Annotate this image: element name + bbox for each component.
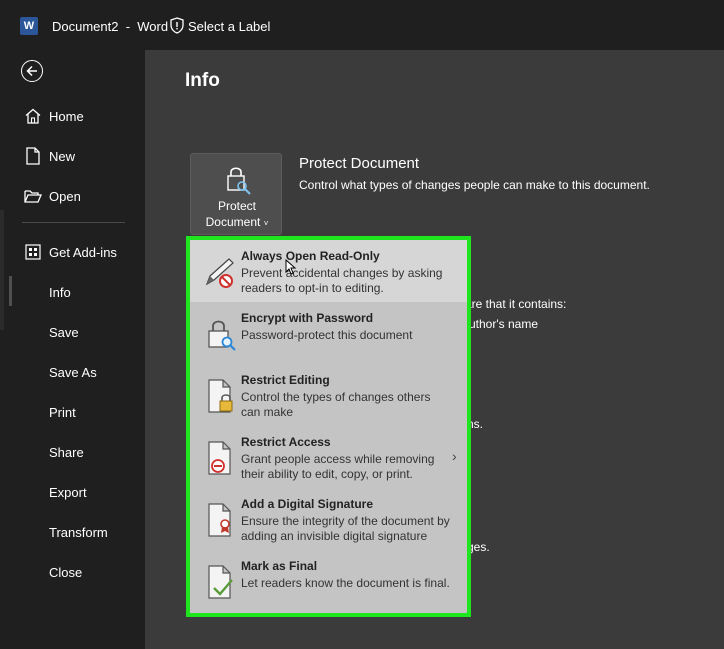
nav-item-export[interactable]: Export <box>8 475 140 509</box>
nav-item-print[interactable]: Print <box>8 395 140 429</box>
protect-document-heading: Protect Document <box>299 155 420 172</box>
nav-item-label: Info <box>49 284 71 300</box>
add-ins-grid-icon <box>20 244 46 260</box>
nav-item-label: Open <box>49 188 81 204</box>
nav-item-save[interactable]: Save <box>8 315 140 349</box>
nav-item-save-as[interactable]: Save As <box>8 355 140 389</box>
protect-document-description: Control what types of changes people can… <box>299 178 650 192</box>
nav-item-label: Save As <box>49 364 97 380</box>
shield-icon[interactable] <box>169 17 185 34</box>
chevron-down-icon: ˅ <box>263 219 269 228</box>
nav-item-label: New <box>49 148 76 164</box>
nav-item-label: Print <box>49 404 76 420</box>
nav-item-new[interactable]: New <box>8 139 140 173</box>
select-label-button[interactable]: Select a Label <box>188 19 270 34</box>
nav-item-label: Save <box>49 324 79 340</box>
inspect-text-fragment: are that it contains: <box>465 297 567 311</box>
nav-item-label: Share <box>49 444 84 460</box>
new-document-icon <box>20 147 46 165</box>
window-edge <box>0 210 4 330</box>
nav-divider <box>22 222 125 223</box>
nav-item-label: Home <box>49 108 84 124</box>
nav-item-share[interactable]: Share <box>8 435 140 469</box>
page-title: Info <box>185 70 220 91</box>
protect-button-label: Protect <box>217 199 256 213</box>
folder-open-icon <box>20 188 46 204</box>
nav-item-info[interactable]: Info <box>8 275 140 309</box>
nav-item-label: Transform <box>49 524 108 540</box>
home-icon <box>20 107 46 125</box>
nav-item-label: Close <box>49 564 83 580</box>
nav-item-home[interactable]: Home <box>8 99 140 133</box>
window-title: Document2 - Word <box>52 19 169 34</box>
title-bar: W Document2 - Word Select a Label <box>0 0 724 50</box>
protect-document-button[interactable]: Protect Document ˅ <box>190 153 282 235</box>
nav-item-open[interactable]: Open <box>8 179 140 213</box>
nav-item-label: Export <box>49 484 87 500</box>
protect-button-label-2: Document ˅ <box>205 215 269 229</box>
highlight-box <box>186 236 471 617</box>
back-arrow-icon[interactable] <box>21 60 43 82</box>
nav-item-label: Get Add-ins <box>49 244 117 260</box>
nav-item-close[interactable]: Close <box>8 555 140 589</box>
mouse-pointer-icon <box>285 259 297 275</box>
inspect-text-fragment: uthor's name <box>469 317 538 331</box>
lock-key-icon <box>227 167 251 195</box>
word-icon: W <box>20 17 38 35</box>
nav-item-transform[interactable]: Transform <box>8 515 140 549</box>
nav-item-get-add-ins[interactable]: Get Add-ins <box>8 235 140 269</box>
